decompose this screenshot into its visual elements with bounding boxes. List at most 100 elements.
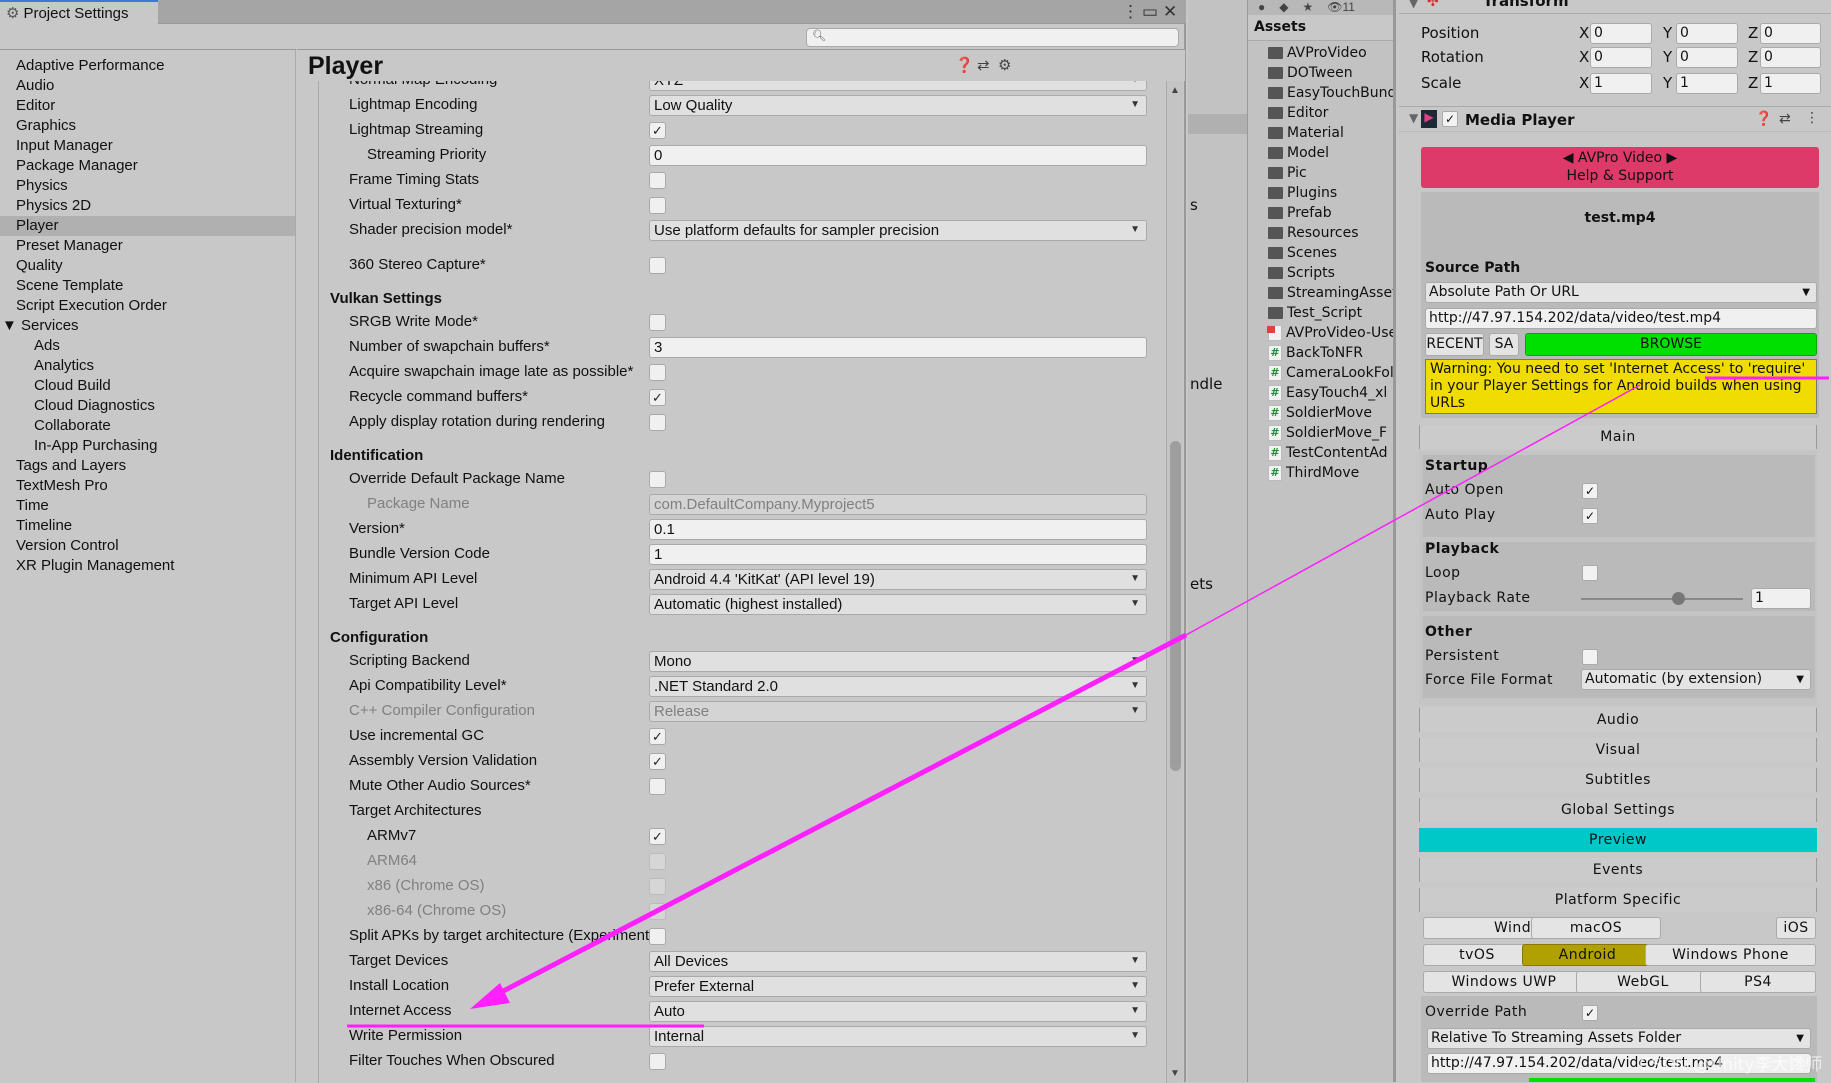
avpro-help-banner[interactable]: ◀ AVPro Video ▶ Help & Support: [1421, 147, 1819, 188]
asset-item[interactable]: Scenes: [1268, 243, 1337, 263]
checkbox[interactable]: ✓: [649, 389, 666, 406]
text-field[interactable]: 1: [649, 544, 1147, 565]
asset-item[interactable]: Editor: [1268, 103, 1328, 123]
sidebar-item[interactable]: Quality: [0, 256, 295, 276]
text-field[interactable]: 0.1: [649, 519, 1147, 540]
asset-item[interactable]: # EasyTouch4_xl: [1268, 383, 1387, 403]
platform-tab-android[interactable]: Android: [1522, 944, 1653, 966]
sidebar-item[interactable]: Player: [0, 216, 295, 236]
asset-item[interactable]: #CameraLookFollow: [1268, 363, 1393, 383]
section-audio[interactable]: Audio: [1419, 708, 1817, 732]
browse-button-partial[interactable]: [1529, 1078, 1815, 1082]
text-field[interactable]: 0: [649, 145, 1147, 166]
sidebar-item[interactable]: In-App Purchasing: [0, 436, 295, 456]
scroll-up-icon[interactable]: ▲: [1170, 85, 1180, 96]
sidebar-item[interactable]: Cloud Diagnostics: [0, 396, 295, 416]
preset-icon[interactable]: ⇄: [1779, 111, 1791, 127]
dropdown[interactable]: Low Quality: [649, 95, 1147, 116]
sidebar-item[interactable]: Editor: [0, 96, 295, 116]
sidebar-item[interactable]: Input Manager: [0, 136, 295, 156]
sidebar-item[interactable]: Tags and Layers: [0, 456, 295, 476]
asset-item[interactable]: # SoldierMove: [1268, 403, 1372, 423]
platform-tab-ps4[interactable]: PS4: [1700, 971, 1816, 993]
asset-item[interactable]: AVProVideo-UserManual: [1267, 323, 1393, 343]
section-main[interactable]: Main: [1419, 425, 1817, 449]
transform-x-input[interactable]: 1: [1590, 73, 1652, 94]
url-input[interactable]: http://47.97.154.202/data/video/test.mp4: [1425, 308, 1817, 329]
sidebar-item[interactable]: Analytics: [0, 356, 295, 376]
section-preview[interactable]: Preview: [1419, 828, 1817, 852]
checkbox[interactable]: [649, 928, 666, 945]
media-player-header[interactable]: ▼ ▶ ✓ Media Player ❓ ⇄ ⋮: [1399, 106, 1831, 132]
sidebar-item[interactable]: ▼ Services: [0, 316, 295, 336]
checkbox[interactable]: [649, 778, 666, 795]
checkbox[interactable]: [649, 1053, 666, 1070]
checkbox[interactable]: [649, 364, 666, 381]
dropdown[interactable]: Mono: [649, 651, 1147, 672]
search-input[interactable]: [807, 29, 1178, 46]
dropdown[interactable]: Prefer External: [649, 976, 1147, 997]
checkbox[interactable]: [649, 172, 666, 189]
checkbox[interactable]: [649, 197, 666, 214]
more-options-icon[interactable]: ⋮: [1122, 2, 1139, 22]
help-icon[interactable]: ❓: [955, 56, 974, 74]
sidebar-item[interactable]: Time: [0, 496, 295, 516]
section-visual[interactable]: Visual: [1419, 738, 1817, 762]
checkbox[interactable]: [649, 414, 666, 431]
auto-play-checkbox[interactable]: ✓: [1582, 508, 1598, 524]
sidebar-item[interactable]: Ads: [0, 336, 295, 356]
dropdown[interactable]: All Devices: [649, 951, 1147, 972]
platform-tab-windows-uwp[interactable]: Windows UWP: [1423, 971, 1585, 993]
sidebar-item[interactable]: Version Control: [0, 536, 295, 556]
transform-y-input[interactable]: 1: [1676, 73, 1738, 94]
sidebar-item[interactable]: TextMesh Pro: [0, 476, 295, 496]
star-icon[interactable]: ★: [1302, 0, 1313, 15]
override-mode-dropdown[interactable]: Relative To Streaming Assets Folder ▼: [1427, 1028, 1811, 1049]
checkbox[interactable]: [649, 471, 666, 488]
sidebar-item[interactable]: XR Plugin Management: [0, 556, 295, 576]
foldout-arrow-icon[interactable]: ▼: [1409, 0, 1418, 10]
sidebar-item[interactable]: Graphics: [0, 116, 295, 136]
browse-button[interactable]: BROWSE: [1525, 333, 1817, 356]
sidebar-item[interactable]: Scene Template: [0, 276, 295, 296]
platform-tab-ios[interactable]: iOS: [1776, 917, 1816, 939]
asset-item[interactable]: # SoldierMove_F: [1268, 423, 1387, 443]
sidebar-item[interactable]: Audio: [0, 76, 295, 96]
checkbox[interactable]: [649, 314, 666, 331]
asset-item[interactable]: Plugins: [1268, 183, 1337, 203]
transform-y-input[interactable]: 0: [1676, 23, 1738, 44]
foldout-arrow-icon[interactable]: ▼: [1409, 111, 1418, 125]
checkbox[interactable]: ✓: [649, 728, 666, 745]
asset-item[interactable]: Resources: [1268, 223, 1359, 243]
section-subtitles[interactable]: Subtitles: [1419, 768, 1817, 792]
section-events[interactable]: Events: [1419, 858, 1817, 882]
sidebar-item[interactable]: Collaborate: [0, 416, 295, 436]
transform-x-input[interactable]: 0: [1590, 47, 1652, 68]
sidebar-item[interactable]: Preset Manager: [0, 236, 295, 256]
asset-item[interactable]: Model: [1268, 143, 1329, 163]
tab-project-settings[interactable]: ⚙ Project Settings: [0, 0, 158, 24]
override-path-checkbox[interactable]: ✓: [1582, 1005, 1598, 1021]
filter-by-type-icon[interactable]: ●: [1258, 0, 1265, 15]
asset-item[interactable]: AVProVideo: [1268, 43, 1367, 63]
sidebar-item[interactable]: Physics 2D: [0, 196, 295, 216]
checkbox[interactable]: [649, 257, 666, 274]
checkbox[interactable]: ✓: [649, 753, 666, 770]
platform-tab-tvos[interactable]: tvOS: [1423, 944, 1531, 966]
dropdown[interactable]: Android 4.4 'KitKat' (API level 19): [649, 569, 1147, 590]
loop-checkbox[interactable]: [1582, 565, 1598, 581]
checkbox[interactable]: ✓: [649, 828, 666, 845]
transform-x-input[interactable]: 0: [1590, 23, 1652, 44]
asset-item[interactable]: # TestContentAd: [1268, 443, 1387, 463]
playback-rate-slider[interactable]: [1581, 592, 1743, 605]
preset-icon[interactable]: ⇄: [977, 56, 990, 74]
scroll-down-icon[interactable]: ▼: [1170, 1068, 1180, 1079]
maximize-icon[interactable]: ▭: [1142, 2, 1158, 22]
label-icon[interactable]: ◆: [1279, 0, 1288, 15]
vertical-scrollbar[interactable]: ▲ ▼: [1166, 81, 1183, 1083]
sidebar-item[interactable]: Script Execution Order: [0, 296, 295, 316]
auto-open-checkbox[interactable]: ✓: [1582, 483, 1598, 499]
source-path-dropdown[interactable]: Absolute Path Or URL ▼: [1425, 282, 1817, 303]
component-enabled-checkbox[interactable]: ✓: [1442, 111, 1458, 127]
transform-z-input[interactable]: 1: [1760, 73, 1821, 94]
